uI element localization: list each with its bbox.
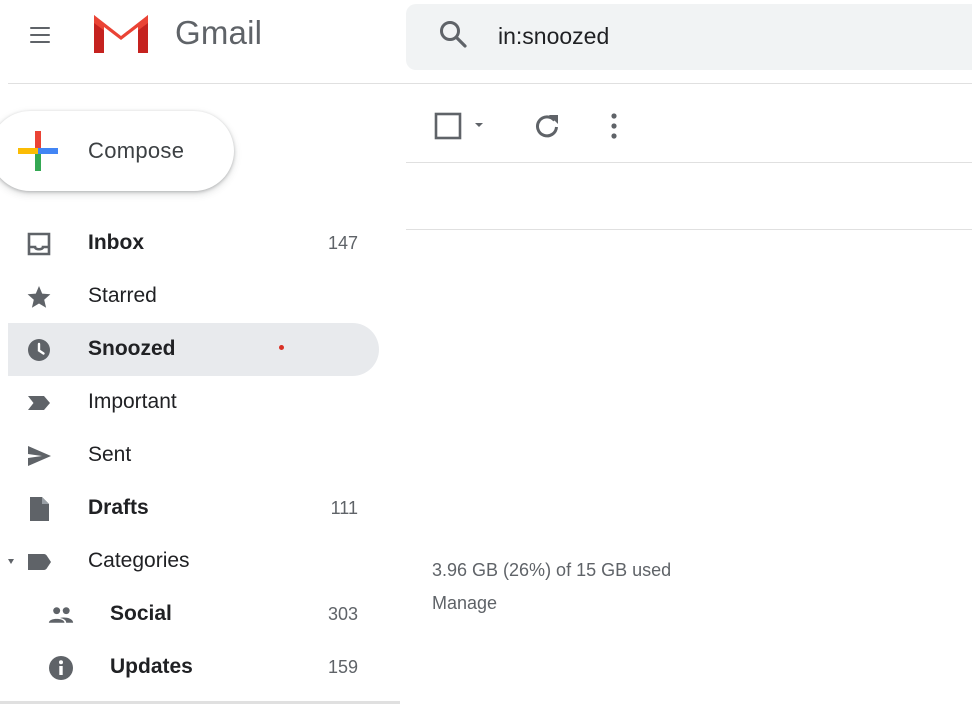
people-icon <box>48 607 74 623</box>
search-icon[interactable] <box>438 19 468 49</box>
menu-icon-line <box>30 34 50 36</box>
star-icon <box>27 286 51 308</box>
inbox-icon <box>27 232 51 256</box>
sidebar-item-label: Drafts <box>88 496 149 519</box>
unread-count: 303 <box>327 604 358 624</box>
sidebar-item-sent[interactable]: Sent <box>0 429 380 482</box>
sidebar-item-categories[interactable]: Categories <box>0 535 380 588</box>
info-icon <box>49 656 73 680</box>
refresh-icon[interactable] <box>532 111 562 141</box>
sidebar-item-snoozed[interactable]: Snoozed <box>8 323 379 376</box>
sidebar-item-label: Updates <box>110 655 193 678</box>
search-input[interactable] <box>498 16 938 56</box>
draft-icon <box>30 497 49 521</box>
sidebar-item-label: Starred <box>88 284 157 307</box>
clock-icon <box>28 339 50 361</box>
sidebar-item-label: Sent <box>88 443 132 466</box>
sidebar-item-starred[interactable]: Starred <box>0 270 380 323</box>
sidebar-item-inbox[interactable]: Inbox 147 <box>0 217 380 270</box>
menu-icon-line <box>30 41 50 43</box>
sidebar-nav: Inbox 147 Starred Snoozed Important Sent <box>0 217 400 694</box>
top-bar: Gmail <box>0 0 972 70</box>
sidebar-item-label: Social <box>110 602 172 625</box>
search-bar[interactable] <box>406 4 972 70</box>
sidebar-item-important[interactable]: Important <box>0 376 380 429</box>
unread-count: 147 <box>327 233 358 253</box>
storage-usage: 3.96 GB (26%) of 15 GB used <box>432 560 672 580</box>
compose-label: Compose <box>88 138 185 163</box>
send-icon <box>28 446 51 466</box>
manage-storage-link[interactable]: Manage <box>432 593 497 614</box>
list-divider <box>406 229 972 230</box>
sidebar-item-social[interactable]: Social 303 <box>0 588 380 641</box>
gmail-logo-icon[interactable] <box>90 9 152 57</box>
chevron-down-icon[interactable] <box>472 120 486 130</box>
select-checkbox[interactable] <box>434 112 462 140</box>
sidebar-item-label: Inbox <box>88 231 144 254</box>
sidebar-item-label: Important <box>88 390 177 413</box>
sidebar-item-updates[interactable]: Updates 159 <box>0 641 380 694</box>
unread-count: 111 <box>330 498 358 518</box>
toolbar-divider <box>406 162 972 163</box>
sidebar-item-label: Snoozed <box>88 337 176 360</box>
sidebar-item-label: Categories <box>88 549 190 572</box>
notification-dot <box>279 345 284 350</box>
menu-icon-line <box>30 27 50 29</box>
sidebar-item-drafts[interactable]: Drafts 111 <box>0 482 380 535</box>
mail-toolbar <box>406 96 972 156</box>
main-menu-button[interactable] <box>22 17 58 53</box>
label-icon <box>28 554 51 570</box>
important-icon <box>28 396 50 410</box>
gmail-logo-text[interactable]: Gmail <box>175 14 262 52</box>
compose-button[interactable]: Compose <box>0 111 234 191</box>
unread-count: 159 <box>327 657 358 677</box>
compose-plus-icon <box>18 131 58 171</box>
expand-arrow-icon[interactable] <box>8 559 14 564</box>
header-divider <box>8 83 972 84</box>
more-options-icon[interactable] <box>604 110 624 142</box>
